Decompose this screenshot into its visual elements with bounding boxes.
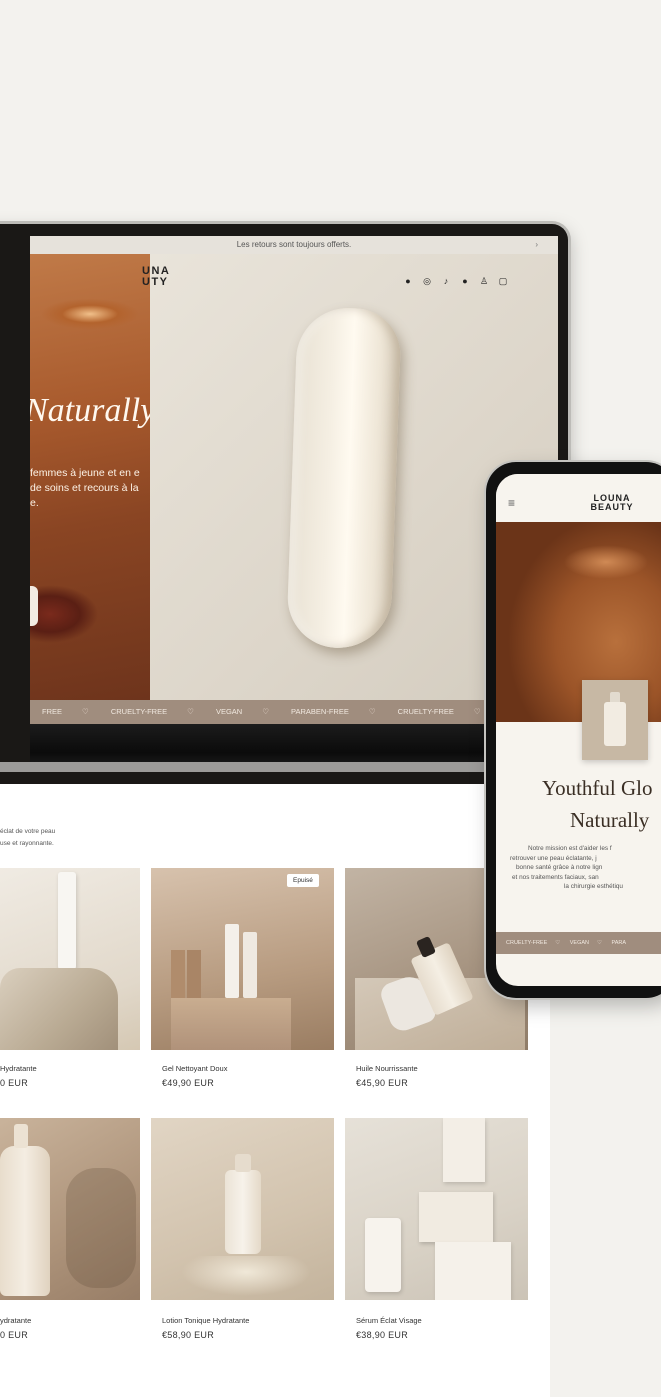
marquee-item: CRUELTY-FREE — [397, 707, 454, 716]
account-icon[interactable]: ♙ — [479, 276, 489, 287]
product-card[interactable] — [0, 1118, 140, 1300]
announcement-text: Les retours sont toujours offerts. — [236, 240, 352, 249]
product-name[interactable]: Sérum Éclat Visage — [356, 1316, 422, 1325]
product-price: €38,90 EUR — [356, 1330, 409, 1340]
product-price: 0 EUR — [0, 1330, 29, 1340]
heart-icon: ♡ — [368, 707, 376, 716]
phone-brand-logo[interactable]: LOUNA BEAUTY — [580, 494, 644, 512]
menu-icon[interactable]: ≡ — [508, 496, 515, 510]
hero-text: femmes à jeune et en e de soins et recou… — [30, 467, 140, 509]
bottle-image — [225, 924, 239, 998]
product-price: €58,90 EUR — [162, 1330, 215, 1340]
marquee-item: PARABEN-FREE — [291, 707, 349, 716]
shadow-image — [66, 1168, 136, 1288]
pedestal-image — [171, 998, 291, 1050]
product-name[interactable]: Lotion Tonique Hydratante — [162, 1316, 249, 1325]
bottle-image — [243, 932, 257, 998]
phone-screen: ≡ LOUNA BEAUTY Youthful Glo Naturally No… — [496, 474, 661, 986]
laptop-base — [0, 762, 530, 772]
phone-brand-line2: BEAUTY — [590, 502, 634, 512]
box-image — [443, 1118, 485, 1182]
phone-text-line: Notre mission est d'aider les f — [528, 845, 612, 852]
marquee-item: PARA — [611, 940, 627, 946]
intro-line: éclat de votre peau — [0, 828, 56, 835]
phone-hero-title-line1: Youthful Glo — [542, 776, 653, 800]
intro-line: use et rayonnante. — [0, 840, 54, 847]
pump-bottle-image — [0, 1146, 50, 1296]
instagram-icon[interactable]: ◎ — [422, 276, 432, 287]
pinterest-icon[interactable]: ● — [460, 276, 470, 287]
phone-product-thumbnail — [582, 680, 648, 760]
header-icons: ● ◎ ♪ ● ♙ ▢ — [403, 276, 508, 287]
phone-text-line: retrouver une peau éclatante, j — [510, 854, 597, 862]
product-price: €45,90 EUR — [356, 1078, 409, 1088]
phone-features-marquee: CRUELTY-FREE ♡ VEGAN ♡ PARA — [496, 932, 661, 954]
laptop-screen: Les retours sont toujours offerts. › Nat… — [30, 236, 558, 772]
phone-text-line: la chirurgie esthétiqu — [564, 883, 623, 890]
tube-image — [58, 872, 76, 972]
phone-text-line: bonne santé grâce à notre lign — [516, 864, 603, 871]
sold-out-badge: Epuisé — [287, 874, 319, 887]
intro-text: éclat de votre peau use et rayonnante. — [0, 826, 55, 850]
hero-title: Naturally — [30, 392, 156, 429]
wood-block-image — [187, 950, 201, 1000]
features-marquee: FREE ♡ CRUELTY-FREE ♡ VEGAN ♡ PARABEN-FREE ♡… — [30, 700, 558, 724]
bottle-image — [604, 702, 626, 746]
product-name[interactable]: ydratante — [0, 1316, 31, 1325]
product-card[interactable] — [151, 1118, 334, 1300]
marquee-item: FREE — [42, 707, 63, 716]
product-name[interactable]: Hydratante — [0, 1064, 37, 1073]
heart-icon: ♡ — [187, 707, 194, 716]
brand-logo[interactable]: UNA UTY — [142, 266, 170, 288]
facebook-icon[interactable]: ● — [403, 276, 413, 287]
product-card[interactable]: Epuisé — [151, 868, 334, 1050]
heart-icon: ♡ — [555, 940, 561, 946]
bottle-cap-image — [235, 1154, 251, 1172]
serum-bottle-image — [225, 1170, 261, 1254]
product-name[interactable]: Gel Nettoyant Doux — [162, 1064, 227, 1073]
heart-icon: ♡ — [473, 707, 481, 716]
cream-swatch — [286, 306, 402, 650]
phone-hero-text: Notre mission est d'aider les f retrouve… — [510, 844, 661, 892]
liquid-splash-image — [181, 1256, 311, 1296]
marquee-item: CRUELTY-FREE — [506, 940, 548, 946]
heart-icon: ♡ — [82, 707, 89, 716]
pump-image — [14, 1124, 28, 1148]
heart-icon: ♡ — [597, 940, 602, 946]
hero-cta-button[interactable] — [30, 586, 38, 626]
product-price: €49,90 EUR — [162, 1078, 215, 1088]
stone-image — [0, 968, 118, 1050]
brand-logo-line2: UTY — [142, 276, 169, 288]
announcement-bar: Les retours sont toujours offerts. › — [30, 236, 558, 254]
bottle-image — [365, 1218, 401, 1292]
phone-text-line: et nos traitements faciaux, san — [512, 873, 599, 881]
tiktok-icon[interactable]: ♪ — [441, 276, 451, 287]
cart-icon[interactable]: ▢ — [498, 276, 508, 287]
product-card[interactable] — [0, 868, 140, 1050]
wood-block-image — [171, 950, 185, 1000]
product-card[interactable] — [345, 1118, 528, 1300]
heart-icon: ♡ — [262, 707, 269, 716]
marquee-item: VEGAN — [215, 707, 243, 716]
chevron-right-icon[interactable]: › — [535, 236, 538, 254]
phone-hero-title-line2: Naturally — [570, 808, 650, 832]
box-image — [419, 1192, 493, 1242]
box-image — [435, 1242, 511, 1300]
marquee-item: VEGAN — [569, 940, 589, 946]
product-price: 0 EUR — [0, 1078, 29, 1088]
marquee-item: CRUELTY-FREE — [110, 707, 168, 716]
product-name[interactable]: Huile Nourrissante — [356, 1064, 418, 1073]
